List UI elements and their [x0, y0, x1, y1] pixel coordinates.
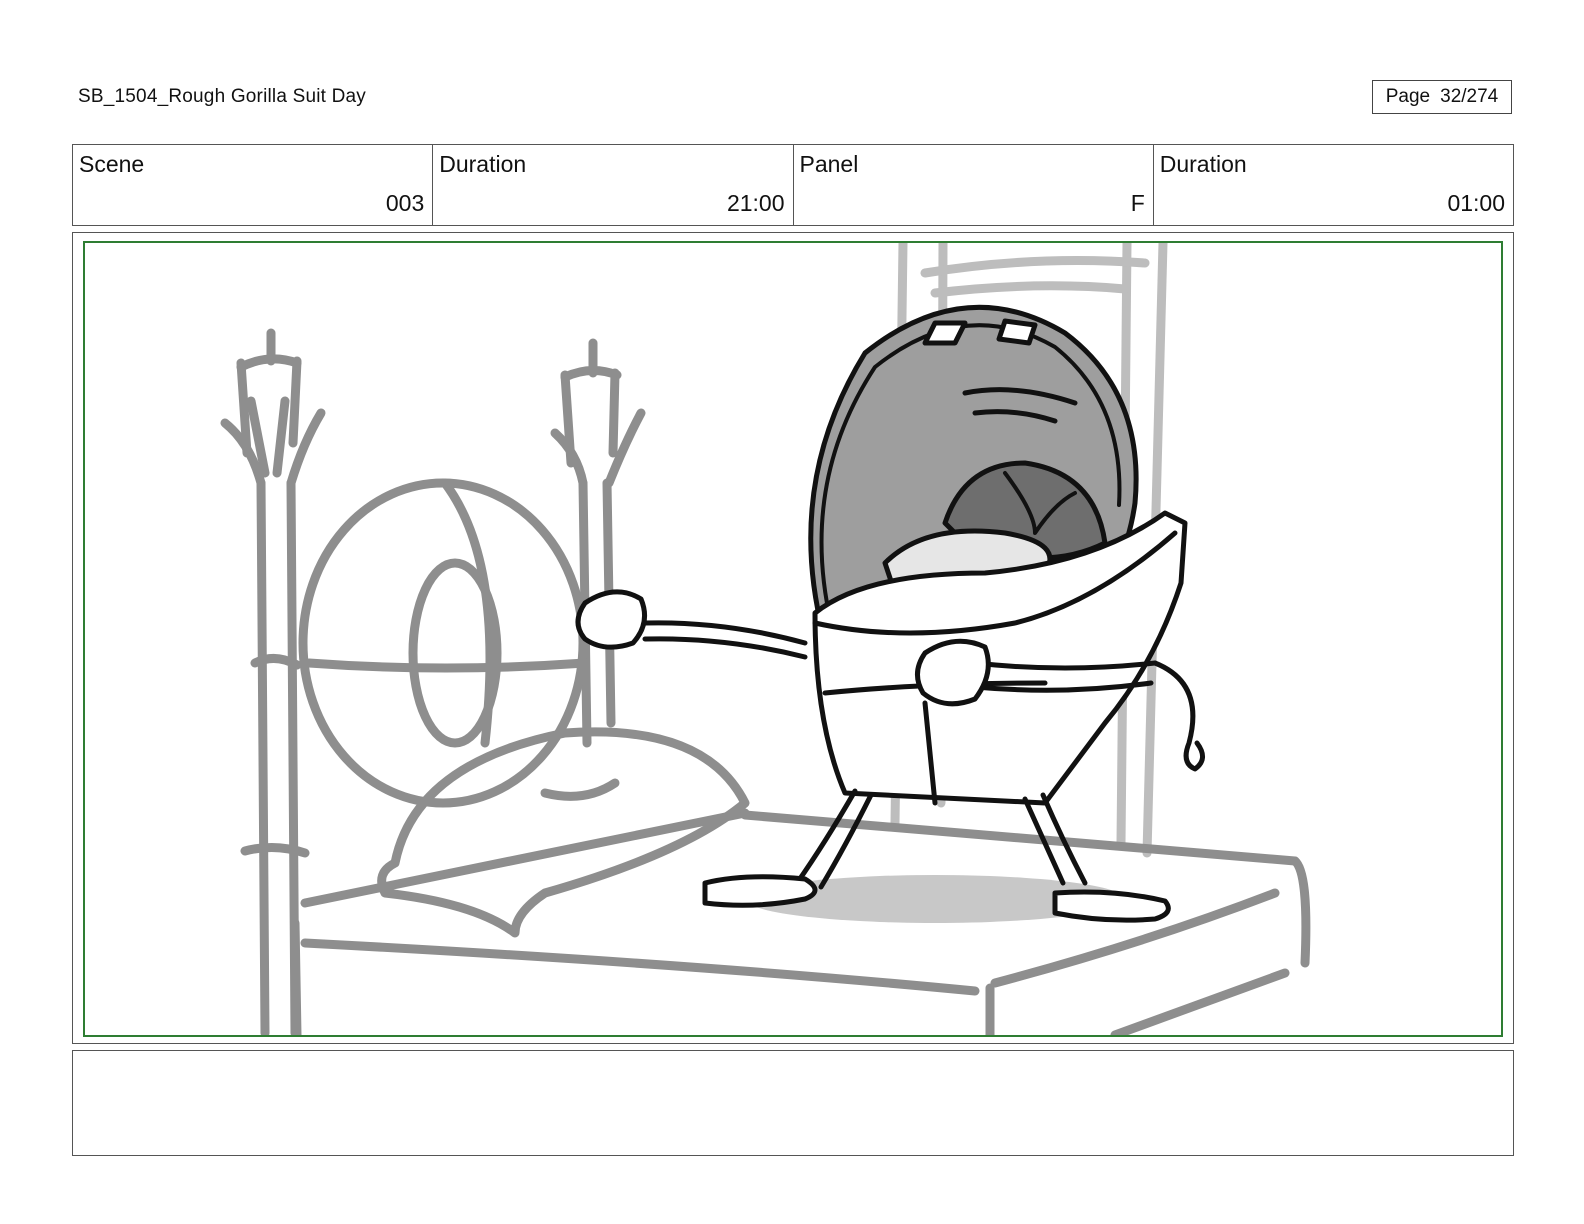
scene-value: 003: [385, 190, 425, 216]
scene-duration-label: Duration: [439, 151, 527, 177]
scene-duration-value: 21:00: [726, 190, 785, 216]
storyboard-frame: [72, 232, 1514, 1044]
document-title: SB_1504_Rough Gorilla Suit Day: [78, 86, 367, 107]
storyboard-drawing: [220, 243, 1311, 1035]
panel-cell: Panel F: [794, 145, 1154, 225]
scene-duration-cell: Duration 21:00: [433, 145, 794, 225]
page-label: Page: [1385, 86, 1431, 107]
panel-duration-cell: Duration 01:00: [1154, 145, 1513, 225]
scene-label: Scene: [79, 151, 145, 177]
scene-info-table: Scene 003 Duration 21:00 Panel F Duratio…: [72, 144, 1514, 226]
panel-label: Panel: [799, 151, 859, 177]
page-number: 32/274: [1440, 86, 1499, 107]
panel-duration-value: 01:00: [1447, 190, 1505, 216]
panel-value: F: [1130, 190, 1145, 216]
scene-cell: Scene 003: [73, 145, 434, 225]
notes-box: [72, 1050, 1514, 1156]
storyboard-panel: [83, 241, 1503, 1037]
page-indicator: Page 32/274: [1372, 80, 1512, 114]
panel-duration-label: Duration: [1159, 151, 1247, 177]
